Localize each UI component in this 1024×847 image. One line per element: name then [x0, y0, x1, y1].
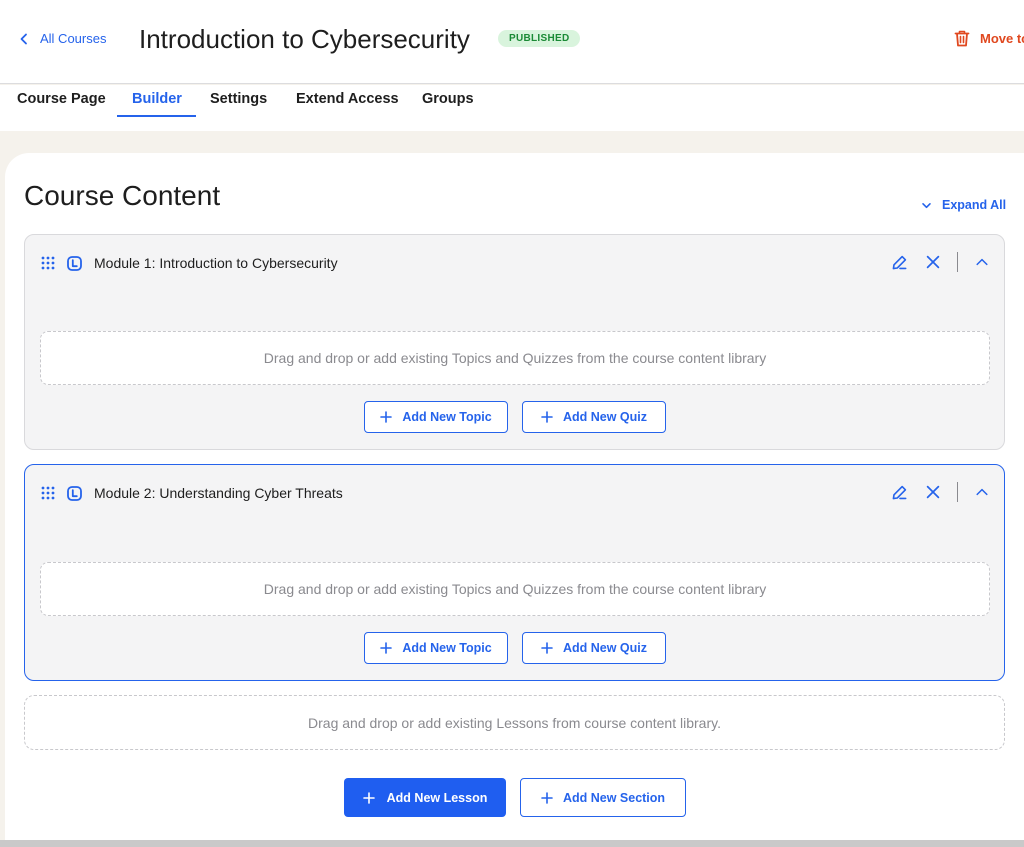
lesson-icon: [67, 485, 82, 501]
drag-handle-icon[interactable]: [41, 486, 55, 500]
tab-course-page[interactable]: Course Page: [17, 91, 106, 107]
status-badge: PUBLISHED: [498, 30, 581, 47]
chevron-up-icon: [976, 258, 988, 266]
plus-icon: [380, 642, 393, 654]
add-quiz-label: Add New Quiz: [562, 410, 648, 424]
add-new-topic-button[interactable]: Add New Topic: [364, 632, 508, 664]
add-topic-label: Add New Topic: [402, 410, 492, 424]
plus-icon: [541, 791, 553, 804]
page-title: Introduction to Cybersecurity: [139, 24, 470, 54]
add-topic-label: Add New Topic: [402, 641, 492, 655]
chevron-down-icon: [922, 202, 931, 208]
module-header: Module 2: Understanding Cyber Threats: [41, 485, 343, 501]
chevron-left-icon: [20, 33, 27, 44]
add-quiz-label: Add New Quiz: [562, 641, 648, 655]
plus-icon: [380, 411, 393, 423]
pencil-icon: [892, 255, 906, 269]
module-title: Module 2: Understanding Cyber Threats: [94, 485, 343, 501]
collapse-module-button[interactable]: [972, 482, 992, 502]
topics-dropzone[interactable]: Drag and drop or add existing Topics and…: [40, 331, 990, 385]
add-new-quiz-button[interactable]: Add New Quiz: [522, 632, 666, 664]
add-lesson-label: Add New Lesson: [386, 790, 488, 805]
lesson-icon: [67, 255, 82, 271]
move-to-trash-button[interactable]: Move to: [954, 30, 1024, 47]
tab-groups[interactable]: Groups: [422, 91, 474, 107]
back-link-label: All Courses: [40, 31, 107, 46]
actions-divider: [957, 482, 958, 502]
module-title: Module 1: Introduction to Cybersecurity: [94, 255, 338, 271]
edit-module-button[interactable]: [889, 252, 909, 272]
add-new-topic-button[interactable]: Add New Topic: [364, 401, 508, 433]
module-header: Module 1: Introduction to Cybersecurity: [41, 255, 338, 271]
actions-divider: [957, 252, 958, 272]
add-new-section-button[interactable]: Add New Section: [520, 778, 686, 817]
module-actions: [889, 482, 992, 502]
back-to-courses-link[interactable]: All Courses: [18, 31, 106, 46]
top-bar: All Courses Introduction to Cybersecurit…: [0, 0, 1024, 84]
trash-icon: [954, 30, 970, 47]
close-icon: [926, 485, 940, 499]
edit-module-button[interactable]: [889, 482, 909, 502]
remove-module-button[interactable]: [923, 252, 943, 272]
module-actions: [889, 252, 992, 272]
module-card: Module 1: Introduction to Cybersecurity …: [24, 234, 1005, 450]
expand-all-button[interactable]: Expand All: [921, 198, 1006, 212]
chevron-up-icon: [976, 488, 988, 496]
topics-dropzone[interactable]: Drag and drop or add existing Topics and…: [40, 562, 990, 616]
bottom-edge: [0, 840, 1024, 847]
add-new-quiz-button[interactable]: Add New Quiz: [522, 401, 666, 433]
module-card: Module 2: Understanding Cyber Threats Dr…: [24, 464, 1005, 681]
tab-builder[interactable]: Builder: [132, 91, 182, 107]
active-tab-indicator: [117, 115, 196, 117]
trash-label: Move to: [980, 31, 1024, 46]
collapse-module-button[interactable]: [972, 252, 992, 272]
plus-icon: [541, 642, 553, 654]
plus-icon: [362, 791, 375, 804]
drag-handle-icon[interactable]: [41, 256, 55, 270]
tab-extend-access[interactable]: Extend Access: [296, 91, 399, 107]
add-new-lesson-button[interactable]: Add New Lesson: [344, 778, 506, 817]
lessons-dropzone[interactable]: Drag and drop or add existing Lessons fr…: [24, 695, 1005, 750]
plus-icon: [541, 411, 553, 423]
expand-all-label: Expand All: [942, 198, 1007, 212]
section-heading: Course Content: [24, 180, 221, 211]
pencil-icon: [892, 485, 906, 499]
add-section-label: Add New Section: [562, 790, 666, 805]
course-tabs: Course Page Builder Settings Extend Acce…: [0, 85, 1024, 131]
remove-module-button[interactable]: [923, 482, 943, 502]
tab-settings[interactable]: Settings: [210, 91, 267, 107]
close-icon: [926, 255, 940, 269]
